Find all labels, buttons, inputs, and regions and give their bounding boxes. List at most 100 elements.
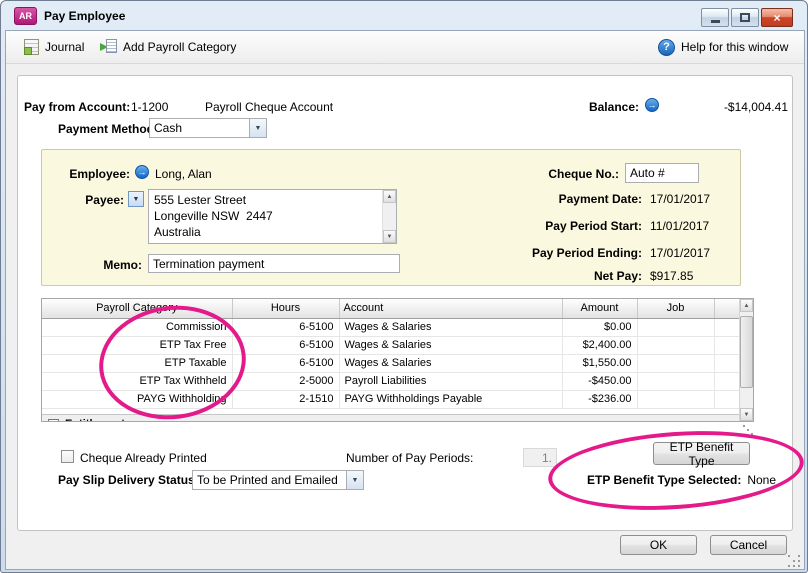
pay-slip-delivery-select[interactable]: To be Printed and Emailed ▼ [192,470,364,490]
header-payroll-category[interactable]: Payroll Category [42,299,232,318]
journal-icon [24,39,39,55]
journal-button[interactable]: Journal [20,31,88,63]
number-of-pay-periods-input [523,448,557,467]
cell-payroll-category[interactable]: ETP Tax Withheld [42,372,232,390]
cell-account-number[interactable]: 6-5100 [232,354,339,372]
net-pay-label: Net Pay: [472,269,642,283]
cheque-no-input[interactable] [625,163,699,183]
table-row[interactable]: PAYG Withholding 2-1510 PAYG Withholding… [42,390,741,408]
payroll-table: Payroll Category Hours Account Amount Jo… [42,299,742,409]
cell-account-name[interactable]: Payroll Liabilities [339,372,562,390]
collapse-icon[interactable]: − [48,419,59,423]
cell-payroll-category[interactable]: PAYG Withholding [42,390,232,408]
entitlements-section-row[interactable]: − Entitlements [42,414,741,422]
cell-payroll-category[interactable]: ETP Tax Free [42,336,232,354]
memo-input[interactable] [148,254,400,273]
net-pay-value: $917.85 [650,269,693,283]
close-button[interactable]: × [761,8,793,27]
scroll-up-icon[interactable]: ▲ [383,190,396,203]
close-icon: × [773,12,780,24]
employee-detail-arrow-icon[interactable]: → [135,165,149,179]
cell-job[interactable] [637,354,714,372]
table-row[interactable]: ETP Tax Free 6-5100 Wages & Salaries $2,… [42,336,741,354]
payee-dropdown-button[interactable]: ▼ [128,191,144,207]
scroll-down-icon[interactable]: ▼ [740,408,753,421]
payment-method-select[interactable]: Cash ▼ [149,118,267,138]
maximize-icon [740,13,750,22]
help-label: Help for this window [681,40,788,54]
add-payroll-category-button[interactable]: Add Payroll Category [96,31,240,63]
grid-resize-grip[interactable] [743,425,745,427]
table-header-row: Payroll Category Hours Account Amount Jo… [42,299,741,318]
payment-method-label: Payment Method: [58,122,158,136]
cell-account-name[interactable]: Wages & Salaries [339,336,562,354]
add-payroll-category-label: Add Payroll Category [123,40,236,54]
employee-detail-panel: Employee: → Long, Alan Cheque No.: Payee… [41,149,741,286]
help-icon: ? [658,39,675,56]
table-row[interactable]: ETP Taxable 6-5100 Wages & Salaries $1,5… [42,354,741,372]
header-job[interactable]: Job [637,299,714,318]
cell-job[interactable] [637,390,714,408]
minimize-button[interactable] [701,8,729,27]
pay-employee-window: AR Pay Employee × Journal Add Payroll Ca… [0,0,808,573]
chevron-down-icon: ▼ [346,471,363,489]
scroll-up-icon[interactable]: ▲ [740,299,753,312]
cheque-no-label: Cheque No.: [482,167,619,181]
payee-address-box[interactable]: 555 Lester Street Longeville NSW 2447 Au… [148,189,397,244]
pay-slip-delivery-status-label: Pay Slip Delivery Status: [58,473,199,487]
header-hours[interactable]: Hours [232,299,339,318]
cell-spacer [714,354,741,372]
help-button[interactable]: ? Help for this window [654,31,792,63]
payee-scrollbar[interactable]: ▲ ▼ [382,190,396,243]
cheque-already-printed-checkbox[interactable] [61,450,74,463]
cell-spacer [714,390,741,408]
scroll-down-icon[interactable]: ▼ [383,230,396,243]
cell-job[interactable] [637,336,714,354]
balance-detail-arrow-icon[interactable]: → [645,98,659,112]
payroll-grid: Payroll Category Hours Account Amount Jo… [41,298,754,422]
header-account[interactable]: Account [339,299,562,318]
cancel-button[interactable]: Cancel [710,535,787,555]
window-resize-grip[interactable] [788,555,790,557]
table-row[interactable]: ETP Tax Withheld 2-5000 Payroll Liabilit… [42,372,741,390]
header-amount[interactable]: Amount [562,299,637,318]
pay-period-ending-label: Pay Period Ending: [472,246,642,260]
cell-amount[interactable]: $2,400.00 [562,336,637,354]
maximize-button[interactable] [731,8,759,27]
table-row[interactable]: Commission 6-5100 Wages & Salaries $0.00 [42,318,741,336]
employee-label: Employee: [42,167,130,181]
cell-account-name[interactable]: PAYG Withholdings Payable [339,390,562,408]
scrollbar-thumb[interactable] [740,316,753,388]
cell-amount[interactable]: $1,550.00 [562,354,637,372]
payee-address-text: 555 Lester Street Longeville NSW 2447 Au… [154,192,380,241]
memo-label: Memo: [62,258,142,272]
cell-amount[interactable]: $0.00 [562,318,637,336]
window-title: Pay Employee [44,9,125,23]
chevron-down-icon: ▼ [133,196,140,203]
cell-payroll-category[interactable]: ETP Taxable [42,354,232,372]
etp-benefit-type-selected: ETP Benefit Type Selected: None [587,473,776,487]
cell-account-name[interactable]: Wages & Salaries [339,318,562,336]
journal-label: Journal [45,40,84,54]
payee-label: Payee: [42,193,124,207]
cell-amount[interactable]: -$450.00 [562,372,637,390]
cell-job[interactable] [637,318,714,336]
header-spacer [714,299,741,318]
pay-period-start-label: Pay Period Start: [472,219,642,233]
cell-account-number[interactable]: 6-5100 [232,336,339,354]
cell-amount[interactable]: -$236.00 [562,390,637,408]
add-payroll-category-icon [100,39,117,55]
cell-account-number[interactable]: 2-5000 [232,372,339,390]
cell-account-number[interactable]: 6-5100 [232,318,339,336]
cell-account-number[interactable]: 2-1510 [232,390,339,408]
number-of-pay-periods-label: Number of Pay Periods: [346,451,473,465]
pay-period-ending-value: 17/01/2017 [650,246,710,260]
cell-payroll-category[interactable]: Commission [42,318,232,336]
balance-label: Balance: [589,100,639,114]
ok-button[interactable]: OK [620,535,697,555]
etp-benefit-type-button[interactable]: ETP Benefit Type [653,442,750,465]
grid-scrollbar[interactable]: ▲ ▼ [739,299,753,421]
entitlements-section-label: Entitlements [65,418,131,422]
cell-account-name[interactable]: Wages & Salaries [339,354,562,372]
cell-job[interactable] [637,372,714,390]
